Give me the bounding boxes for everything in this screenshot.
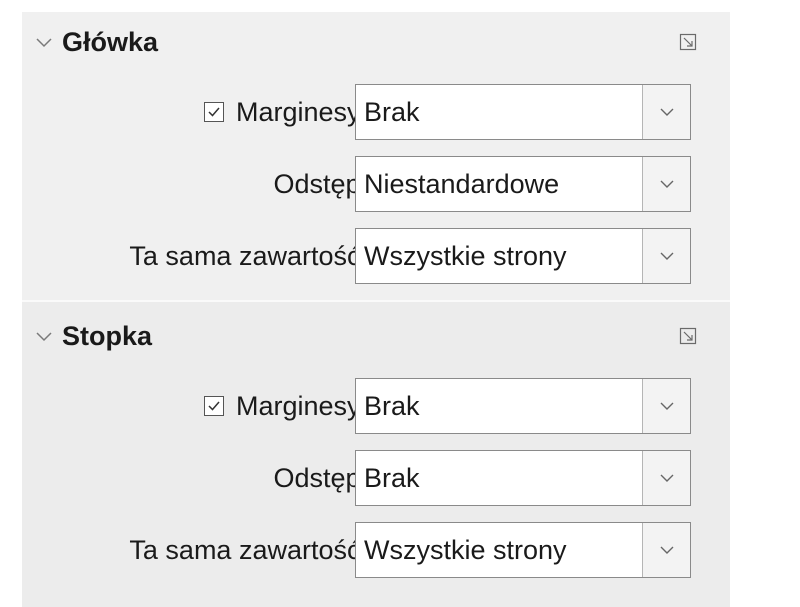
- header-section-title: Główka: [62, 26, 159, 57]
- header-spacing-row: Odstęp: Niestandardowe: [22, 156, 730, 212]
- header-margins-select[interactable]: Brak: [355, 84, 691, 140]
- footer-spacing-select[interactable]: Brak: [355, 450, 691, 506]
- footer-section-title: Stopka: [62, 320, 153, 351]
- footer-margins-select[interactable]: Brak: [355, 378, 691, 434]
- footer-spacing-value: Brak: [364, 462, 420, 493]
- header-margins-label: Marginesy:: [235, 96, 368, 127]
- header-same-content-row: Ta sama zawartość: Wszystkie strony: [22, 228, 730, 284]
- header-spacing-value: Niestandardowe: [364, 168, 560, 199]
- footer-same-content-row: Ta sama zawartość: Wszystkie strony: [22, 522, 730, 578]
- footer-section-toggle[interactable]: Stopka: [34, 316, 152, 356]
- properties-panel: Główka Marginesy: Brak Odstęp: Niestanda…: [22, 12, 730, 607]
- footer-section: Stopka Marginesy: Brak Odstęp: Brak Ta s…: [22, 302, 730, 607]
- footer-margins-row: Marginesy: Brak: [22, 378, 730, 434]
- dropdown-arrow-icon[interactable]: [642, 229, 690, 283]
- footer-margins-value: Brak: [364, 390, 420, 421]
- footer-margins-label-group[interactable]: Marginesy:: [203, 378, 368, 434]
- header-same-content-value: Wszystkie strony: [364, 240, 567, 271]
- footer-spacing-row: Odstęp: Brak: [22, 450, 730, 506]
- more-options-icon[interactable]: [678, 32, 698, 52]
- header-same-content-select[interactable]: Wszystkie strony: [355, 228, 691, 284]
- chevron-down-icon: [36, 38, 52, 48]
- checkmark-icon: [208, 401, 220, 411]
- footer-same-content-select[interactable]: Wszystkie strony: [355, 522, 691, 578]
- footer-spacing-label: Odstęp:: [273, 462, 368, 493]
- more-options-icon[interactable]: [678, 326, 698, 346]
- checkmark-icon: [208, 107, 220, 117]
- footer-margins-label: Marginesy:: [235, 390, 368, 421]
- dropdown-arrow-icon[interactable]: [642, 451, 690, 505]
- footer-same-content-value: Wszystkie strony: [364, 534, 567, 565]
- dropdown-arrow-icon[interactable]: [642, 379, 690, 433]
- dropdown-arrow-icon[interactable]: [642, 85, 690, 139]
- header-margins-row: Marginesy: Brak: [22, 84, 730, 140]
- dropdown-arrow-icon[interactable]: [642, 157, 690, 211]
- header-margins-value: Brak: [364, 96, 420, 127]
- header-margins-checkbox[interactable]: [203, 102, 224, 122]
- header-same-content-label: Ta sama zawartość:: [129, 240, 368, 271]
- header-spacing-select[interactable]: Niestandardowe: [355, 156, 691, 212]
- footer-same-content-label: Ta sama zawartość:: [129, 534, 368, 565]
- footer-margins-checkbox[interactable]: [203, 396, 224, 416]
- header-section: Główka Marginesy: Brak Odstęp: Niestanda…: [22, 12, 730, 302]
- dropdown-arrow-icon[interactable]: [642, 523, 690, 577]
- chevron-down-icon: [36, 332, 52, 342]
- header-margins-label-group[interactable]: Marginesy:: [203, 84, 368, 140]
- header-section-toggle[interactable]: Główka: [34, 22, 158, 62]
- header-spacing-label: Odstęp:: [273, 168, 368, 199]
